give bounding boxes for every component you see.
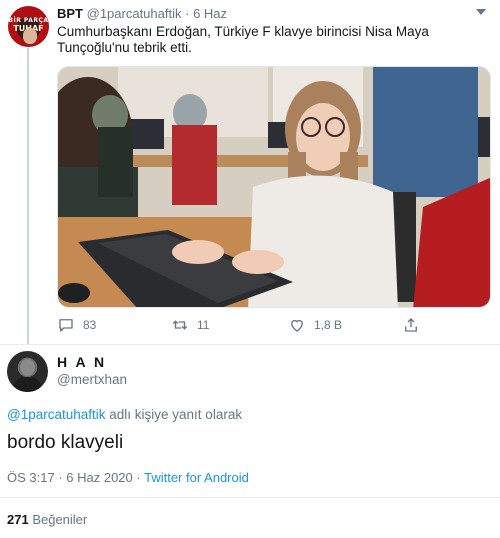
author-avatar[interactable]: BİR PARÇA TUHAF [8,6,49,47]
tweet-time[interactable]: 6 Haz [193,6,227,21]
reply-author-name[interactable]: H A N [57,354,107,370]
tweet-text: Cumhurbaşkanı Erdoğan, Türkiye F klavye … [57,24,429,55]
tweet-meta: ÖS 3:17 · 6 Haz 2020 · Twitter for Andro… [7,470,249,485]
thread-line [27,48,29,345]
likes-summary[interactable]: 271 Beğeniler [7,512,87,527]
author-handle[interactable]: @1parcatuhaftik [87,6,182,21]
likes-label: Beğeniler [28,512,88,527]
retweet-action[interactable]: 11 [171,316,209,334]
divider [0,497,500,498]
share-icon [405,318,417,332]
reply-action[interactable]: 83 [57,316,96,334]
divider [0,344,500,345]
avatar-face [23,28,37,44]
like-count: 1,8 B [314,318,343,332]
tweet-actions: 83 11 1,8 B [57,316,491,336]
replying-suffix: adlı kişiye yanıt olarak [105,407,243,422]
avatar-text-top: BİR PARÇA [8,17,49,24]
chevron-down-icon[interactable] [476,9,486,15]
separator-dot: · [185,6,190,21]
replying-to: @1parcatuhaftik adlı kişiye yanıt olarak [7,407,242,422]
likes-count: 271 [7,512,29,527]
reply-author-handle[interactable]: @mertxhan [57,372,127,387]
separator-dot: · [54,470,67,485]
reply-date[interactable]: 6 Haz 2020 [66,470,133,485]
avatar-head [20,359,35,376]
replying-mention-link[interactable]: @1parcatuhaftik [7,407,106,422]
tweet-photo[interactable] [57,66,491,308]
avatar-body [14,377,41,392]
reply-author-avatar[interactable] [7,351,48,392]
comment-icon [59,319,73,332]
source-link[interactable]: Twitter for Android [144,470,249,485]
classroom-photo [58,67,490,307]
retweet-icon [172,320,188,330]
reply-text: bordo klavyeli [7,432,124,453]
separator-dot: · [132,470,145,485]
author-name[interactable]: BPT [57,6,83,21]
heart-icon [291,319,303,332]
retweet-count: 11 [197,318,210,332]
tweet-header: BPT @1parcatuhaftik · 6 Haz [57,6,227,21]
share-action[interactable] [402,316,420,334]
like-action[interactable]: 1,8 B [288,316,342,334]
reply-count: 83 [83,318,97,332]
reply-time[interactable]: ÖS 3:17 [7,470,55,485]
